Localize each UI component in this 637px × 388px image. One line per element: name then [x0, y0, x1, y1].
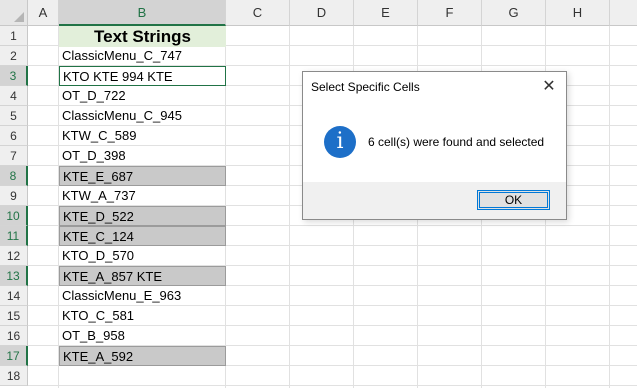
select-all-corner[interactable]	[0, 0, 28, 26]
row-header-17[interactable]: 17	[0, 346, 28, 366]
cell-b13[interactable]: KTE_A_857 KTE	[59, 266, 226, 286]
row-header-5[interactable]: 5	[0, 106, 28, 126]
cell-b5[interactable]: ClassicMenu_C_945	[59, 106, 226, 126]
ok-button[interactable]: OK	[477, 190, 550, 210]
dialog-title: Select Specific Cells	[311, 80, 420, 94]
column-title-cell[interactable]: Text Strings	[59, 26, 226, 47]
cell-b16[interactable]: OT_B_958	[59, 326, 226, 346]
row-header-14[interactable]: 14	[0, 286, 28, 306]
row-header-9[interactable]: 9	[0, 186, 28, 206]
row-header-8[interactable]: 8	[0, 166, 28, 186]
cell-b2[interactable]: ClassicMenu_C_747	[59, 46, 226, 66]
column-header-h[interactable]: H	[546, 0, 610, 26]
column-header-b[interactable]: B	[59, 0, 226, 26]
cell-b9[interactable]: KTW_A_737	[59, 186, 226, 206]
row-header-3[interactable]: 3	[0, 66, 28, 86]
cell-b6[interactable]: KTW_C_589	[59, 126, 226, 146]
column-header-f[interactable]: F	[418, 0, 482, 26]
cell-b15[interactable]: KTO_C_581	[59, 306, 226, 326]
dialog-message: 6 cell(s) were found and selected	[368, 135, 545, 149]
row-header-16[interactable]: 16	[0, 326, 28, 346]
column-header-e[interactable]: E	[354, 0, 418, 26]
row-header-15[interactable]: 15	[0, 306, 28, 326]
column-header-a[interactable]: A	[28, 0, 59, 26]
column-header-d[interactable]: D	[290, 0, 354, 26]
row-header-4[interactable]: 4	[0, 86, 28, 106]
row-header-1[interactable]: 1	[0, 26, 28, 46]
row-header-11[interactable]: 11	[0, 226, 28, 246]
column-header-g[interactable]: G	[482, 0, 546, 26]
cell-b3[interactable]: KTO KTE 994 KTE	[59, 66, 226, 86]
row-header-13[interactable]: 13	[0, 266, 28, 286]
cell-b12[interactable]: KTO_D_570	[59, 246, 226, 266]
row-header-2[interactable]: 2	[0, 46, 28, 66]
cell-b14[interactable]: ClassicMenu_E_963	[59, 286, 226, 306]
column-header-next[interactable]	[610, 0, 637, 26]
cell-b7[interactable]: OT_D_398	[59, 146, 226, 166]
dialog-footer: OK	[303, 182, 566, 219]
column-header-c[interactable]: C	[226, 0, 290, 26]
info-icon: i	[324, 126, 356, 158]
row-header-18[interactable]: 18	[0, 366, 28, 386]
row-header-6[interactable]: 6	[0, 126, 28, 146]
row-header-7[interactable]: 7	[0, 146, 28, 166]
select-specific-cells-dialog: Select Specific Cells ✕ i 6 cell(s) were…	[302, 71, 567, 220]
close-icon[interactable]: ✕	[538, 76, 560, 98]
cell-b10[interactable]: KTE_D_522	[59, 206, 226, 226]
cell-b8[interactable]: KTE_E_687	[59, 166, 226, 186]
cell-b4[interactable]: OT_D_722	[59, 86, 226, 106]
dialog-body: i 6 cell(s) were found and selected	[303, 102, 566, 182]
row-header-10[interactable]: 10	[0, 206, 28, 226]
cell-b17[interactable]: KTE_A_592	[59, 346, 226, 366]
row-header-12[interactable]: 12	[0, 246, 28, 266]
cell-b11[interactable]: KTE_C_124	[59, 226, 226, 246]
